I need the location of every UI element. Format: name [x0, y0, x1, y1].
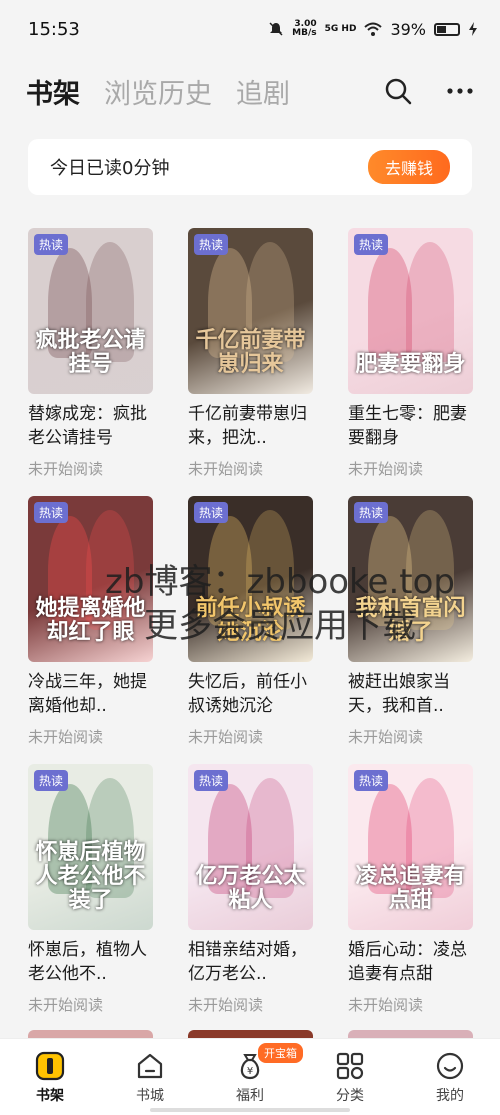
status-indicators: 3.00 MB/s 5G HD 39% [268, 20, 478, 39]
nav-category[interactable]: 分类 [310, 1051, 390, 1105]
book-grid: 热读 疯批老公请挂号 替嫁成宠：疯批老公请挂号 未开始阅读 热读 千亿前妻带崽归… [28, 228, 474, 1032]
battery-icon [434, 22, 460, 36]
nav-bookshelf[interactable]: 书架 [10, 1051, 90, 1105]
tab-bookshelf[interactable]: 书架 [26, 72, 80, 111]
cover-figure-right [406, 242, 454, 362]
charging-icon [469, 22, 477, 36]
book-cover[interactable]: 热读 千亿前妻带崽归来 [188, 228, 313, 394]
category-grid-icon [336, 1052, 364, 1080]
cover-title: 亿万老公太粘人 [195, 863, 306, 913]
book-item[interactable]: 热读 千亿前妻带崽归来 千亿前妻带崽归来，把沈.. 未开始阅读 [188, 228, 313, 496]
book-cover[interactable]: 热读 前任小叔诱她沉沦 [188, 496, 313, 662]
book-cover[interactable]: 热读 疯批老公请挂号 [28, 228, 153, 394]
reading-status: 未开始阅读 [28, 996, 104, 1014]
reading-status: 未开始阅读 [348, 460, 424, 478]
book-cover[interactable]: 热读 凌总追妻有点甜 [348, 764, 473, 930]
tab-history[interactable]: 浏览历史 [104, 72, 212, 111]
book-cover[interactable]: 热读 肥妻要翻身 [348, 228, 473, 394]
book-title[interactable]: 冷战三年，她提离婚他却.. [28, 670, 153, 718]
book-item[interactable]: 热读 肥妻要翻身 重生七零：肥妻要翻身 未开始阅读 [348, 228, 473, 496]
more-icon[interactable] [446, 87, 474, 95]
top-bar: 书架 浏览历史 追剧 [0, 58, 500, 124]
reading-status: 未开始阅读 [348, 996, 424, 1014]
book-item[interactable]: 热读 前任小叔诱她沉沦 失忆后，前任小叔诱她沉沦 未开始阅读 [188, 496, 313, 764]
book-item[interactable]: 热读 她提离婚他却红了眼 冷战三年，她提离婚他却.. 未开始阅读 [28, 496, 153, 764]
hot-badge: 热读 [354, 502, 389, 523]
reading-time-text: 今日已读0分钟 [50, 158, 170, 179]
smile-face-icon [436, 1052, 464, 1080]
open-treasure-badge[interactable]: 开宝箱 [258, 1043, 303, 1063]
reading-status: 未开始阅读 [348, 728, 424, 746]
wifi-icon [364, 22, 383, 36]
book-item[interactable]: 热读 疯批老公请挂号 替嫁成宠：疯批老公请挂号 未开始阅读 [28, 228, 153, 496]
bookshelf-icon [35, 1051, 65, 1081]
svg-text:¥: ¥ [247, 1066, 253, 1077]
book-item[interactable]: 热读 我和首富闪婚了 被赶出娘家当天，我和首.. 未开始阅读 [348, 496, 473, 764]
tab-drama[interactable]: 追剧 [236, 72, 290, 111]
book-title[interactable]: 千亿前妻带崽归来，把沈.. [188, 402, 313, 450]
net-speed: 3.00 MB/s [292, 19, 317, 38]
cover-title: 前任小叔诱她沉沦 [195, 595, 306, 645]
cover-title: 怀崽后植物人老公他不装了 [35, 839, 146, 913]
reading-status: 未开始阅读 [28, 728, 104, 746]
cover-title: 她提离婚他却红了眼 [35, 595, 146, 645]
cover-title: 千亿前妻带崽归来 [195, 327, 306, 377]
status-bar: 15:53 3.00 MB/s 5G HD 39% [0, 0, 500, 58]
hot-badge: 热读 [34, 234, 69, 255]
book-item[interactable]: 热读 凌总追妻有点甜 婚后心动：凌总追妻有点甜 未开始阅读 [348, 764, 473, 1032]
book-item[interactable]: 热读 亿万老公太粘人 相错亲结对婚，亿万老公.. 未开始阅读 [188, 764, 313, 1032]
hot-badge: 热读 [354, 770, 389, 791]
nav-mine[interactable]: 我的 [410, 1051, 490, 1105]
nav-bookstore[interactable]: 书城 [110, 1051, 190, 1105]
reading-time-card: 今日已读0分钟 去赚钱 [28, 139, 472, 195]
book-title[interactable]: 相错亲结对婚，亿万老公.. [188, 938, 313, 986]
book-cover[interactable]: 热读 我和首富闪婚了 [348, 496, 473, 662]
book-cover[interactable]: 热读 怀崽后植物人老公他不装了 [28, 764, 153, 930]
network-label: 5G HD [324, 24, 357, 34]
mute-icon [269, 22, 283, 36]
book-item[interactable]: 热读 怀崽后植物人老公他不装了 怀崽后，植物人老公他不.. 未开始阅读 [28, 764, 153, 1032]
book-title[interactable]: 婚后心动：凌总追妻有点甜 [348, 938, 473, 986]
book-cover[interactable]: 热读 亿万老公太粘人 [188, 764, 313, 930]
book-title[interactable]: 替嫁成宠：疯批老公请挂号 [28, 402, 153, 450]
hot-badge: 热读 [194, 770, 229, 791]
cover-title: 疯批老公请挂号 [35, 327, 146, 377]
book-title[interactable]: 重生七零：肥妻要翻身 [348, 402, 473, 450]
hot-badge: 热读 [34, 770, 69, 791]
reading-status: 未开始阅读 [188, 728, 264, 746]
cover-title: 肥妻要翻身 [355, 351, 466, 377]
search-icon[interactable] [384, 77, 412, 105]
battery-percent: 39% [390, 19, 426, 39]
house-icon [137, 1053, 163, 1079]
reading-status: 未开始阅读 [28, 460, 104, 478]
book-cover[interactable]: 热读 她提离婚他却红了眼 [28, 496, 153, 662]
cover-title: 我和首富闪婚了 [355, 595, 466, 645]
top-actions [384, 77, 474, 105]
earn-money-button[interactable]: 去赚钱 [367, 150, 450, 184]
cover-title: 凌总追妻有点甜 [355, 863, 466, 913]
bottom-nav: 书架 书城 开宝箱 ¥ 福利 分类 我的 [0, 1038, 500, 1115]
hot-badge: 热读 [194, 502, 229, 523]
status-time: 15:53 [28, 18, 80, 40]
book-title[interactable]: 失忆后，前任小叔诱她沉沦 [188, 670, 313, 718]
hot-badge: 热读 [354, 234, 389, 255]
hot-badge: 热读 [34, 502, 69, 523]
hot-badge: 热读 [194, 234, 229, 255]
book-title[interactable]: 被赶出娘家当天，我和首.. [348, 670, 473, 718]
reading-status: 未开始阅读 [188, 996, 264, 1014]
nav-welfare[interactable]: 开宝箱 ¥ 福利 [210, 1043, 303, 1105]
home-indicator [150, 1108, 350, 1112]
reading-status: 未开始阅读 [188, 460, 264, 478]
book-title[interactable]: 怀崽后，植物人老公他不.. [28, 938, 153, 986]
